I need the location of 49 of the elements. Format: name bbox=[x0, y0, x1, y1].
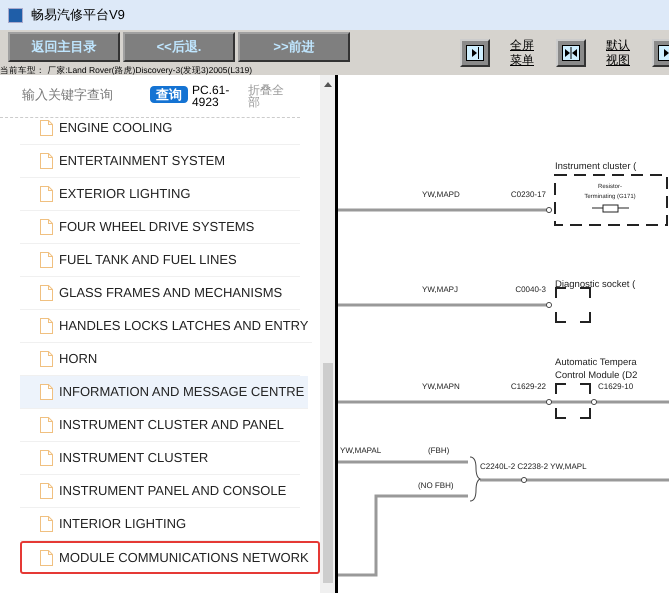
item-label: MODULE COMMUNICATIONS NETWORK bbox=[59, 548, 309, 567]
tree-item[interactable]: EXTERIOR LIGHTING bbox=[20, 178, 300, 211]
item-label: INSTRUMENT CLUSTER bbox=[59, 449, 208, 468]
tree-item[interactable]: ENGINE COOLING bbox=[20, 118, 300, 145]
tree-item[interactable]: INSTRUMENT CLUSTER bbox=[20, 442, 300, 475]
diagram-label: C1629-22 bbox=[510, 382, 546, 391]
search-field[interactable]: 输入关键字查询 bbox=[22, 85, 142, 104]
view-link[interactable]: 默认视图 bbox=[606, 38, 632, 68]
item-label: INSTRUMENT CLUSTER AND PANEL bbox=[59, 416, 284, 434]
item-label: FOUR WHEEL DRIVE SYSTEMS bbox=[59, 218, 254, 236]
vehicle-info: 当前车型： 厂家:Land Rover(路虎)Discovery-3(发现3)2005(L319) bbox=[0, 65, 252, 75]
item-label: INTERIOR LIGHTING bbox=[59, 515, 186, 534]
view-link[interactable]: 全屏菜单 bbox=[510, 38, 536, 68]
diagram-label: C0040-3 bbox=[515, 285, 546, 294]
tree-item[interactable]: INSTRUMENT CLUSTER AND PANEL bbox=[20, 409, 300, 442]
tree-item[interactable]: MODULE COMMUNICATIONS NETWORK bbox=[20, 541, 320, 574]
item-label: HORN bbox=[59, 350, 98, 368]
tree-item[interactable]: INTERIOR LIGHTING bbox=[20, 508, 300, 541]
item-label: ENGINE COOLING bbox=[59, 119, 172, 138]
diagram-label: Control Module (D2 bbox=[555, 370, 638, 381]
item-label: INFORMATION AND MESSAGE CENTRE bbox=[59, 383, 304, 402]
diagram-label: YW,MAPAL bbox=[340, 446, 382, 455]
window-title: 畅易汽修平台V9 bbox=[31, 6, 125, 24]
tree-item[interactable]: INSTRUMENT PANEL AND CONSOLE bbox=[20, 475, 300, 508]
item-label: GLASS FRAMES AND MECHANISMS bbox=[59, 284, 282, 302]
diagram-label: (NO FBH) bbox=[418, 481, 454, 490]
diagram-label: YW,MAPN bbox=[422, 382, 460, 391]
tree-item[interactable]: FUEL TANK AND FUEL LINES bbox=[20, 244, 300, 277]
item-label: EXTERIOR LIGHTING bbox=[59, 185, 190, 204]
diagram-label: (FBH) bbox=[428, 446, 450, 455]
item-label: FUEL TANK AND FUEL LINES bbox=[59, 251, 237, 270]
diagram-label: YW,MAPJ bbox=[422, 285, 458, 294]
tree-item[interactable]: INFORMATION AND MESSAGE CENTRE bbox=[20, 376, 308, 409]
diagram-label: C2240L-2 C2238-2 YW,MAPL bbox=[480, 462, 587, 471]
diagram-label: Diagnostic socket ( bbox=[555, 279, 636, 290]
item-label: HANDLES LOCKS LATCHES AND ENTRY bbox=[59, 317, 308, 336]
tree-item[interactable]: ENTERTAINMENT SYSTEM bbox=[20, 145, 300, 178]
diagram-label: Automatic Tempera bbox=[555, 357, 637, 368]
item-label: ENTERTAINMENT SYSTEM bbox=[59, 152, 226, 170]
tree-item[interactable]: GLASS FRAMES AND MECHANISMS bbox=[20, 277, 300, 310]
tree-item[interactable]: FOUR WHEEL DRIVE SYSTEMS bbox=[20, 211, 300, 244]
diagram-label: YW,MAPD bbox=[422, 190, 460, 199]
item-label: INSTRUMENT PANEL AND CONSOLE bbox=[59, 482, 286, 500]
part-code: PC.61-4923 bbox=[192, 84, 230, 108]
tree-item[interactable]: HANDLES LOCKS LATCHES AND ENTRY bbox=[20, 310, 312, 343]
search-button[interactable]: 查询 bbox=[150, 86, 188, 103]
diagram-label: Instrument cluster ( bbox=[555, 161, 636, 172]
diagram-label: C0230-17 bbox=[510, 190, 546, 199]
diagram-label: C1629-10 bbox=[598, 382, 634, 391]
